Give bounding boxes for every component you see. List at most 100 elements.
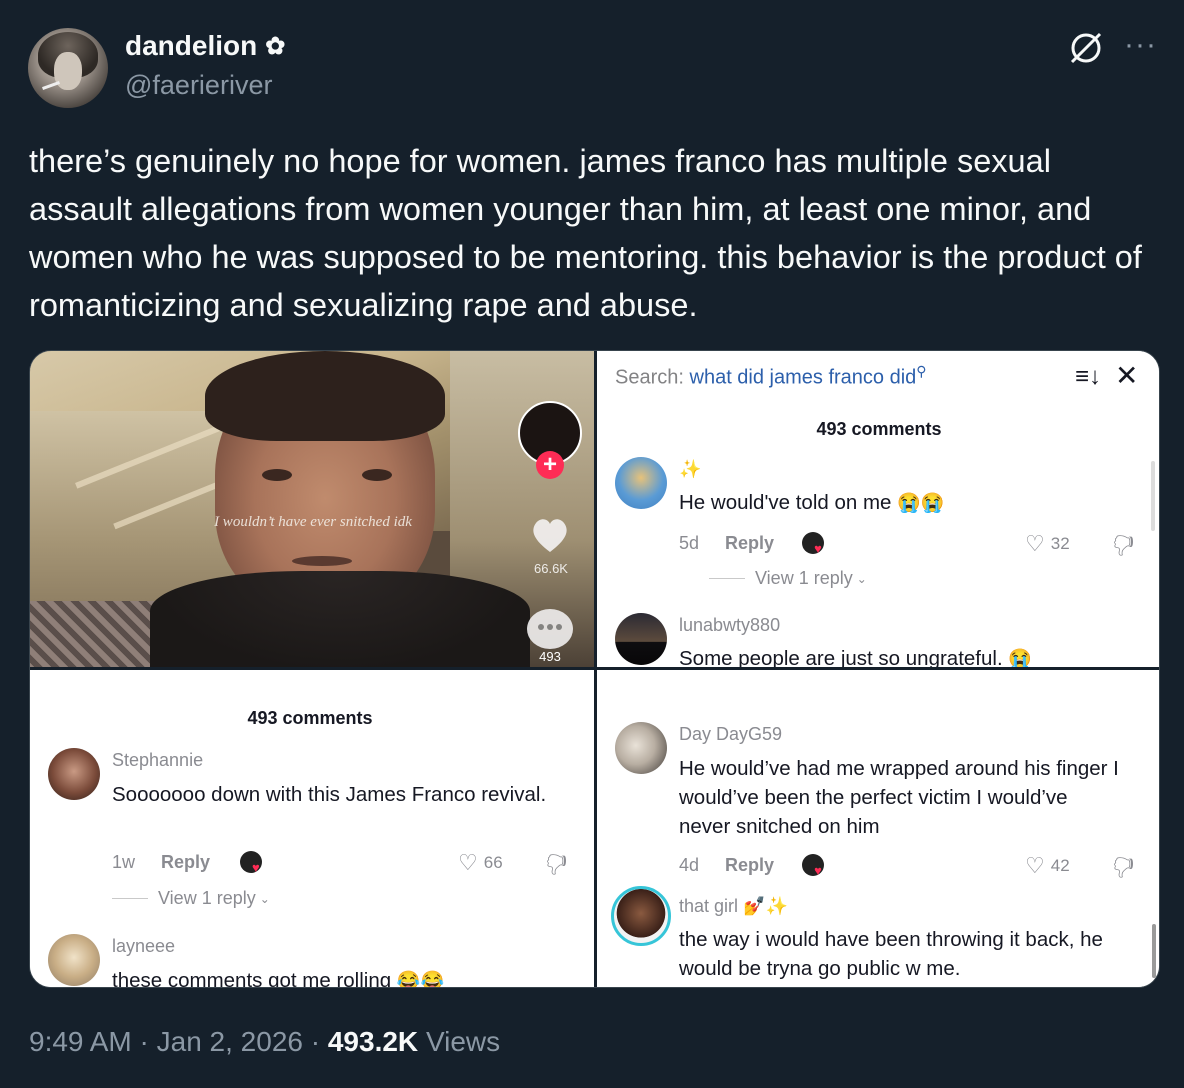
comment-dot	[556, 624, 562, 630]
sort-icon[interactable]: ≡↓	[1075, 363, 1101, 391]
like-count: 66.6K	[534, 561, 568, 576]
tweet-time[interactable]: 9:49 AM	[29, 1026, 132, 1057]
crying-emoji: 😭	[1008, 649, 1033, 667]
heart-outline-icon: ♡	[1025, 853, 1045, 878]
commenter-avatar[interactable]	[615, 457, 667, 509]
comment-text-body: these comments got me rolling	[112, 969, 392, 988]
creator-liked-badge: ♥	[802, 854, 825, 878]
comment-meta: 5d Reply ♥	[679, 532, 825, 556]
reply-button[interactable]: Reply	[725, 855, 774, 876]
scrollbar[interactable]	[1151, 461, 1155, 531]
comment-icon[interactable]	[527, 609, 573, 649]
view-replies-button[interactable]: View 1 reply ⌄	[709, 568, 867, 589]
tweet-text: there’s genuinely no hope for women. jam…	[29, 143, 1142, 323]
tweet-date[interactable]: Jan 2, 2026	[157, 1026, 303, 1057]
person-jacket	[150, 571, 530, 667]
person-hair	[205, 351, 445, 441]
commenter-name[interactable]: Day DayG59	[679, 724, 782, 745]
commenter-avatar-story[interactable]	[611, 886, 671, 946]
dislike-icon[interactable]: 🖓	[1113, 529, 1134, 567]
laughing-emoji: 😂😂	[396, 971, 445, 988]
grok-icon[interactable]	[1066, 28, 1106, 68]
person-eye	[362, 469, 392, 481]
crying-emoji: 😭😭	[897, 493, 945, 514]
comment-like-count: 66	[483, 853, 503, 872]
commenter-avatar[interactable]	[48, 934, 100, 986]
close-icon[interactable]: ✕	[1115, 359, 1138, 392]
heart-outline-icon: ♡	[458, 850, 478, 875]
author-avatar[interactable]	[28, 28, 108, 108]
commenter-avatar[interactable]	[615, 613, 667, 665]
heart-outline-icon: ♡	[1025, 531, 1045, 556]
reply-line	[709, 578, 745, 579]
comment-meta: 1w Reply ♥	[112, 851, 263, 875]
follow-plus-button[interactable]: +	[536, 451, 564, 479]
scrollbar[interactable]	[1152, 924, 1156, 978]
comment-dot	[547, 624, 553, 630]
video-caption-overlay: I wouldn’t have ever snitched idk	[214, 514, 412, 530]
views-count[interactable]: 493.2K	[328, 1026, 418, 1057]
creator-liked-badge: ♥	[240, 851, 263, 875]
comments-panel-stephannie[interactable]: 493 comments Stephannie Sooooooo down wi…	[30, 670, 594, 988]
search-icon[interactable]: ⚲	[916, 363, 926, 379]
comment-search-bar[interactable]: Search: what did james franco did⚲	[615, 363, 927, 390]
search-label: Search:	[615, 366, 684, 389]
video-frame[interactable]: I wouldn’t have ever snitched idk + 66.6…	[30, 351, 594, 667]
heart-icon[interactable]	[528, 513, 572, 557]
commenter-name-text: that girl	[679, 896, 739, 916]
tweet-meta-footer: 9:49 AM · Jan 2, 2026 · 493.2K Views	[29, 1026, 500, 1058]
comments-count: 493 comments	[816, 419, 942, 439]
author-handle[interactable]: @faerieriver	[125, 70, 272, 101]
person-eye	[262, 469, 292, 481]
creator-liked-badge: ♥	[802, 532, 825, 556]
comments-panel-search[interactable]: Search: what did james franco did⚲ ≡↓ ✕ …	[597, 351, 1159, 667]
grid-divider-horizontal	[30, 667, 1159, 670]
comment-like-count: 42	[1050, 856, 1070, 875]
separator-dot: ·	[139, 1026, 149, 1057]
person-mustache	[292, 556, 352, 566]
comment-text: the way i would have been throwing it ba…	[679, 928, 1103, 980]
mini-heart-icon: ♥	[252, 860, 260, 875]
comments-count: 493 comments	[247, 708, 373, 728]
search-query[interactable]: what did james franco did	[690, 367, 917, 389]
comment-age: 5d	[679, 532, 700, 553]
commenter-name[interactable]: layneee	[112, 936, 175, 957]
comment-text: He would’ve had me wrapped around his fi…	[679, 757, 1119, 838]
comment-like[interactable]: ♡ 32	[1025, 531, 1070, 557]
display-name-text: dandelion	[125, 30, 258, 61]
commenter-name[interactable]: Stephannie	[112, 750, 203, 771]
views-label: Views	[425, 1026, 501, 1057]
comment-text-body: He would've told on me	[679, 491, 892, 514]
reply-button[interactable]: Reply	[161, 852, 210, 873]
comment-text: Some people are just so ungrateful. 😭	[679, 644, 1032, 667]
commenter-name[interactable]: lunabwty880	[679, 615, 780, 636]
view-replies-label: View 1 reply	[158, 888, 256, 908]
reply-button[interactable]: Reply	[725, 533, 774, 554]
separator-dot: ·	[310, 1026, 321, 1057]
comment-like[interactable]: ♡ 42	[1025, 853, 1070, 879]
commenter-avatar[interactable]	[48, 748, 100, 800]
comment-text: He would've told on me 😭😭	[679, 488, 944, 518]
chevron-down-icon: ⌄	[259, 891, 270, 906]
comment-meta: 4d Reply ♥	[679, 854, 825, 878]
dislike-icon[interactable]: 🖓	[546, 848, 567, 886]
comments-panel-day[interactable]: Day DayG59 He would’ve had me wrapped ar…	[597, 670, 1159, 987]
comment-like[interactable]: ♡ 66	[458, 850, 503, 876]
comment-text-body: Some people are just so ungrateful.	[679, 647, 1003, 667]
dislike-icon[interactable]: 🖓	[1113, 851, 1134, 889]
more-icon[interactable]: ···	[1124, 30, 1157, 60]
flower-icon: ✿	[265, 32, 286, 60]
commenter-avatar[interactable]	[615, 722, 667, 774]
comment-like-count: 32	[1050, 534, 1070, 553]
comment-text: these comments got me rolling 😂😂	[112, 966, 445, 988]
comment-age: 4d	[679, 854, 700, 875]
mini-heart-icon: ♥	[814, 863, 822, 878]
author-display-name[interactable]: dandelion ✿	[125, 30, 285, 62]
commenter-name[interactable]: that girl 💅✨	[679, 896, 788, 917]
view-replies-label: View 1 reply	[755, 568, 853, 588]
comment-count: 493	[539, 649, 561, 664]
view-replies-button[interactable]: View 1 reply ⌄	[112, 888, 270, 909]
mini-heart-icon: ♥	[814, 541, 822, 556]
media-grid[interactable]: I wouldn’t have ever snitched idk + 66.6…	[29, 350, 1160, 988]
comment-text: Sooooooo down with this James Franco rev…	[112, 783, 547, 806]
